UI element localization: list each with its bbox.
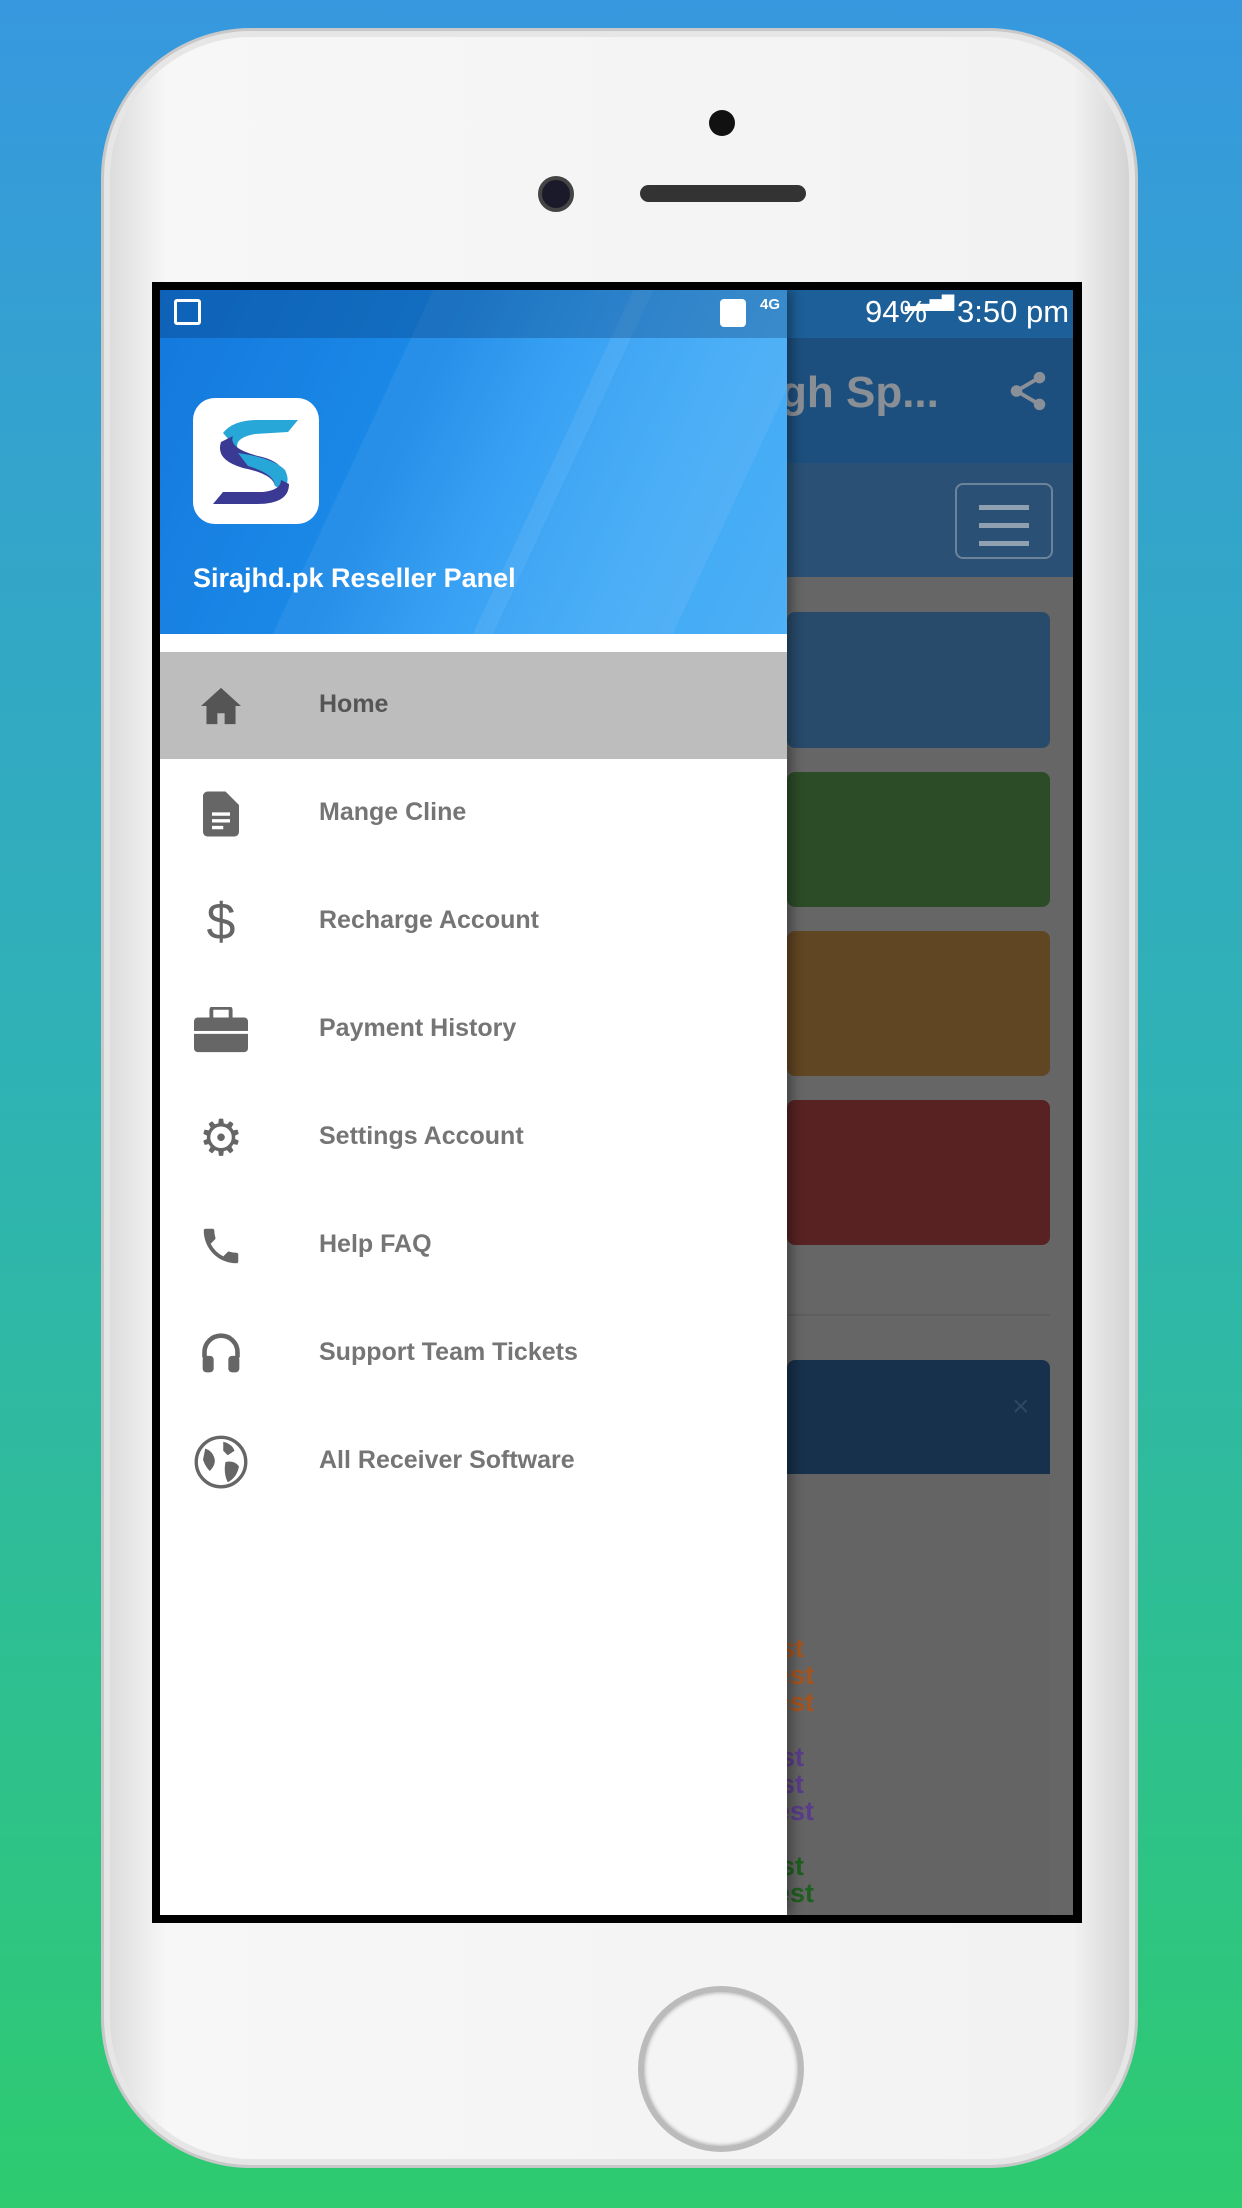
battery-percent: 94% [865, 294, 928, 329]
drawer-item-label: Settings Account [319, 1122, 524, 1150]
headset-icon [194, 1327, 248, 1381]
share-icon[interactable] [1005, 366, 1051, 428]
screen: ▂▃▅▇ 94% 3:50 pm gh Sp... × st est est s… [160, 290, 1073, 1915]
front-camera [538, 176, 574, 212]
app-title: gh Sp... [780, 368, 939, 417]
close-icon[interactable]: × [1012, 1390, 1030, 1424]
drawer-item-settings-account[interactable]: ⚙ Settings Account [160, 1084, 787, 1191]
network-type: 4G [760, 296, 781, 313]
stat-card-blue[interactable] [787, 612, 1050, 748]
proximity-sensor [709, 110, 735, 136]
home-button[interactable] [638, 1986, 804, 2152]
stat-card-orange[interactable] [787, 931, 1050, 1076]
drawer-item-payment-history[interactable]: Payment History [160, 976, 787, 1083]
drawer-item-label: Payment History [319, 1014, 517, 1042]
divider [787, 1314, 1050, 1316]
drawer-item-label: Recharge Account [319, 906, 539, 934]
drawer-item-help-faq[interactable]: Help FAQ [160, 1192, 787, 1299]
briefcase-icon [194, 1003, 248, 1057]
drawer-item-label: Support Team Tickets [319, 1338, 578, 1366]
phone-icon [194, 1219, 248, 1273]
drawer-item-label: Help FAQ [319, 1230, 432, 1258]
navigation-drawer: 4G Sirajhd.pk Reseller Panel Home Mange … [160, 290, 787, 1915]
drawer-item-label: All Receiver Software [319, 1446, 575, 1474]
notice-panel: × [787, 1360, 1050, 1915]
globe-icon [194, 1435, 248, 1489]
drawer-item-support-team-tickets[interactable]: Support Team Tickets [160, 1300, 787, 1407]
drawer-item-label: Mange Cline [319, 798, 467, 826]
message-notification-icon [720, 299, 746, 327]
image-notification-icon [174, 299, 201, 325]
app-logo [193, 398, 319, 524]
stat-card-red[interactable] [787, 1100, 1050, 1245]
earpiece-speaker [640, 185, 806, 202]
document-icon [194, 787, 248, 841]
status-bar-overlay: 4G [160, 290, 787, 338]
drawer-item-all-receiver-software[interactable]: All Receiver Software [160, 1408, 787, 1515]
drawer-item-recharge-account[interactable]: $ Recharge Account [160, 868, 787, 975]
hamburger-menu-button[interactable] [955, 483, 1053, 559]
dollar-icon: $ [206, 893, 236, 951]
drawer-item-mange-cline[interactable]: Mange Cline [160, 760, 787, 867]
drawer-title: Sirajhd.pk Reseller Panel [193, 563, 516, 593]
drawer-item-home[interactable]: Home [160, 652, 787, 759]
drawer-header: 4G Sirajhd.pk Reseller Panel [160, 290, 787, 634]
notice-header: × [787, 1360, 1050, 1474]
stat-card-green[interactable] [787, 772, 1050, 907]
drawer-item-label: Home [319, 690, 389, 718]
home-icon [194, 679, 248, 733]
clock: 3:50 pm [957, 294, 1070, 329]
gear-icon: ⚙ [198, 1110, 244, 1166]
